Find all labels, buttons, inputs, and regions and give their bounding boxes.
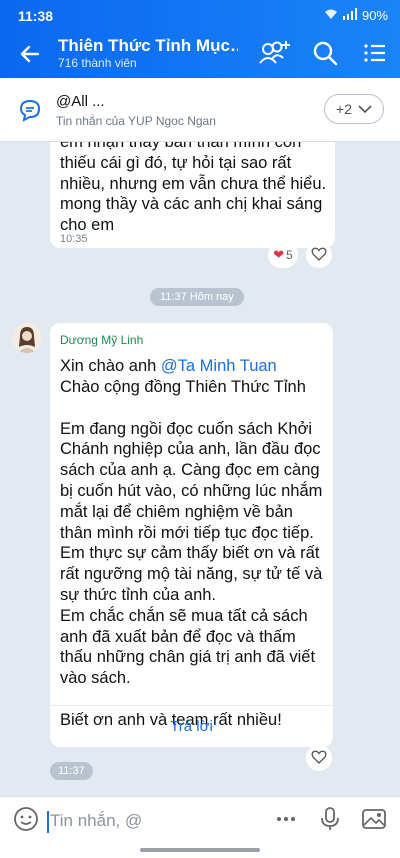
pinned-title: @All ... [56,93,105,110]
pinned-message-bar[interactable]: @All ... Tin nhắn của YUP Ngoc Ngan +2 [0,78,400,142]
member-count: 716 thành viên [58,56,137,70]
heart-outline-icon [311,247,327,264]
microphone-icon[interactable] [316,805,344,833]
reaction-heart[interactable]: ❤ 5 [268,242,298,268]
heart-outline-icon [311,750,327,767]
image-icon[interactable] [360,805,388,833]
status-bar: 11:38 90% [18,8,388,26]
text-cursor [47,811,49,833]
add-member-icon[interactable] [258,38,292,68]
avatar[interactable] [12,323,42,353]
more-pinned-count: +2 [336,101,352,117]
react-button[interactable] [306,745,332,771]
reaction-count: 5 [286,248,293,262]
more-options-icon[interactable] [272,805,300,833]
message-text: Chào cộng đồng Thiên Thức Tỉnh Em đang n… [60,378,323,729]
date-divider: 11:37 Hôm nay [150,288,244,306]
chevron-down-icon [358,101,372,117]
wifi-icon [324,8,338,23]
heart-icon: ❤ [273,247,285,262]
system-nav-bar[interactable] [140,848,260,852]
search-icon[interactable] [310,38,340,68]
message-composer: Tin nhắn, @ [0,796,400,858]
message-greeting: Xin chào anh @Ta Minh Tuan [60,356,277,377]
react-button[interactable] [306,242,332,268]
battery-percent: 90% [361,8,388,23]
more-pinned-button[interactable]: +2 [324,94,384,124]
chat-bubble-icon [18,98,42,122]
back-arrow-icon[interactable] [16,40,44,68]
greeting-text: Xin chào anh [60,357,161,375]
message-input[interactable]: Tin nhắn, @ [50,811,142,831]
app-header: 11:38 90% Thiên Thức Tỉnh Mục… 716 thành… [0,0,400,78]
message-time: 11:37 [50,762,93,780]
message-text: em nhận thấy bản thân mình còn thiếu cái… [60,133,327,235]
mention-link[interactable]: @Ta Minh Tuan [161,357,277,375]
sender-name[interactable]: Dương Mỹ Linh [60,333,143,347]
pinned-subtitle: Tin nhắn của YUP Ngoc Ngan [56,114,216,128]
menu-list-icon[interactable] [360,38,390,68]
message-bubble[interactable]: Dương Mỹ Linh Xin chào anh @Ta Minh Tuan… [50,323,333,747]
message-time: 10:35 [60,233,88,245]
reply-label: Trả lời [170,718,213,735]
group-title[interactable]: Thiên Thức Tỉnh Mục… [58,36,238,56]
reply-button[interactable]: Trả lời [50,705,333,747]
status-icons: 90% [324,8,388,23]
status-time: 11:38 [18,8,54,24]
signal-icon [342,8,357,23]
sticker-icon[interactable] [12,805,40,833]
